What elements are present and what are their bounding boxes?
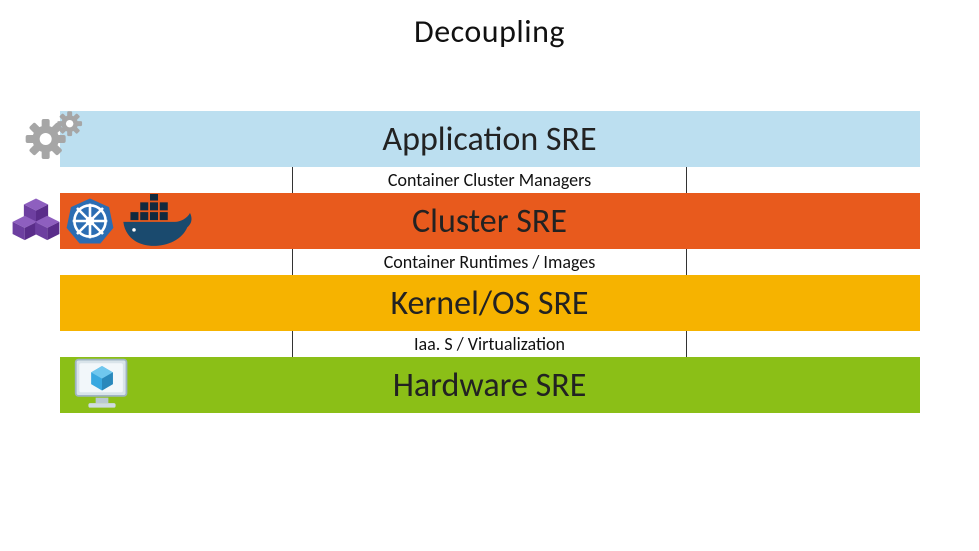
divider-line [686,249,687,275]
divider-line [292,249,293,275]
sub-label: Container Runtimes / Images [384,251,596,273]
sub-label: Container Cluster Managers [388,169,591,191]
divider-line [292,331,293,357]
application-icon-slot [20,111,94,167]
slide-title: Decoupling [0,0,979,51]
divider-line [686,331,687,357]
cluster-label: Cluster SRE [412,201,567,242]
hardware-icon-slot [66,357,134,413]
divider-line [292,167,293,193]
cluster-icon-slot [10,193,220,249]
ship-wheel-icon [64,195,116,247]
sub-label: Iaa. S / Virtualization [414,333,565,355]
application-label: Application SRE [382,119,596,160]
application-layer: Application SRE [60,111,920,167]
hardware-label: Hardware SRE [393,365,587,406]
kernel-layer: Kernel/OS SRE [60,275,920,331]
hardware-layer: Hardware SRE [60,357,920,413]
cluster-layer: Cluster SRE [60,193,920,249]
divider-line [686,167,687,193]
gear-cluster-icon [24,109,94,169]
whale-icon [118,194,198,248]
monitor-cube-icon [70,356,134,414]
cubes-icon [10,195,62,247]
layer-stack: Application SRE Container Cluster Manage… [60,111,920,413]
sub-iaas: Iaa. S / Virtualization [60,331,920,357]
sub-container-runtimes: Container Runtimes / Images [60,249,920,275]
kernel-label: Kernel/OS SRE [390,283,588,324]
sub-cluster-managers: Container Cluster Managers [60,167,920,193]
